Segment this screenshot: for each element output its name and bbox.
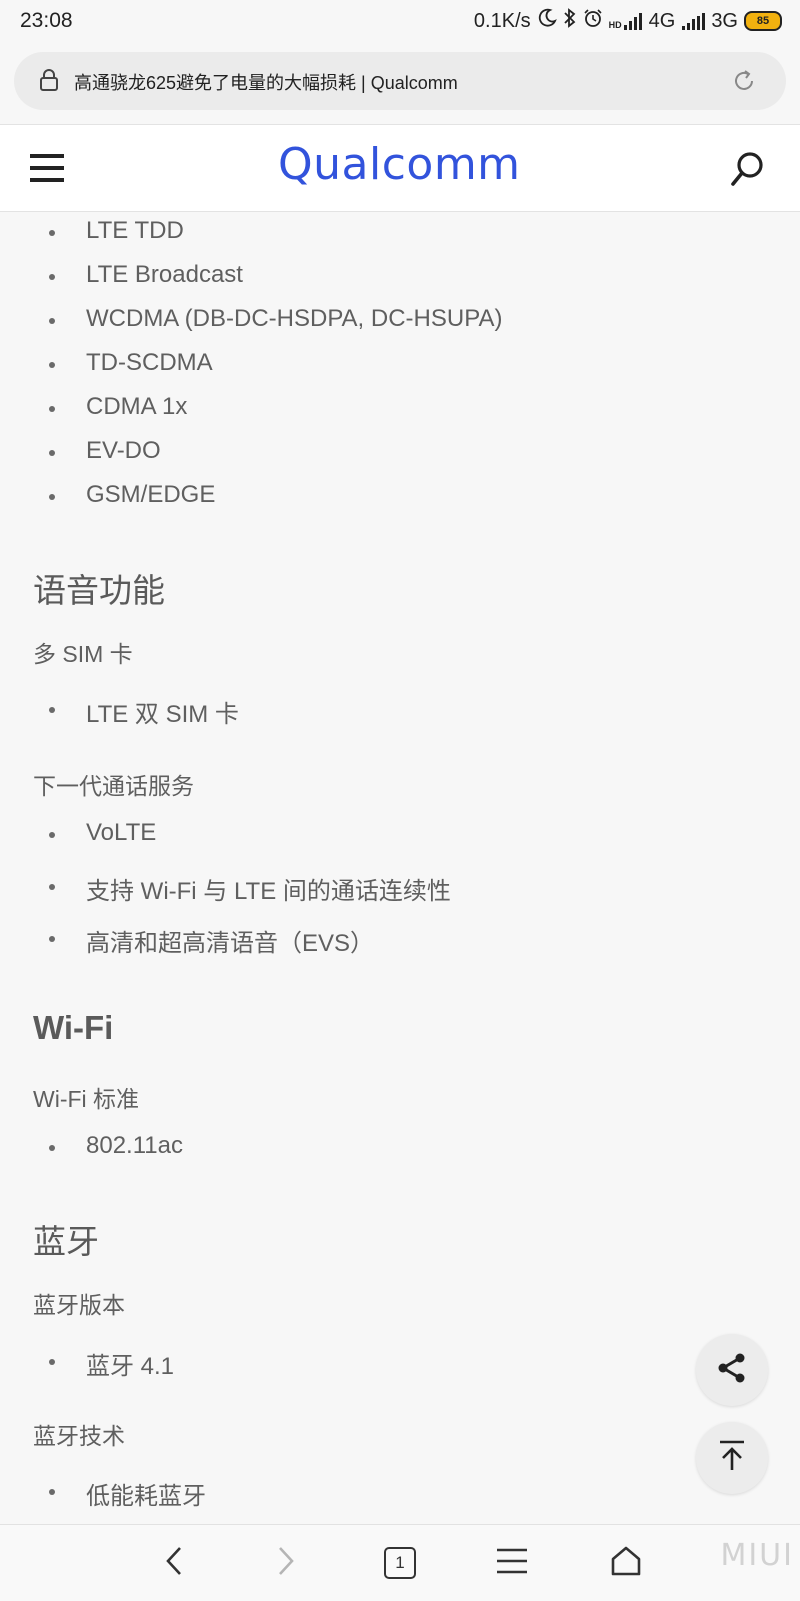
section-title-wifi: Wi-Fi: [33, 1009, 114, 1046]
list-item: LTE Broadcast: [49, 261, 243, 288]
hamburger-menu-icon[interactable]: [30, 153, 64, 188]
list-item: CDMA 1x: [48, 393, 188, 420]
list-item: 高清和超高清语音（EVS）: [48, 923, 374, 958]
battery-icon: 85: [744, 11, 782, 31]
subtitle-next-gen-calling: 下一代通话服务: [33, 773, 194, 799]
home-icon: [610, 1545, 642, 1582]
subtitle-multi-sim: 多 SIM 卡: [33, 641, 133, 667]
back-button[interactable]: [150, 1539, 198, 1587]
status-bar: 23:08 0.1K/s HD 4G 3G 85: [0, 0, 800, 44]
status-icons: 0.1K/s HD 4G 3G 85: [474, 8, 782, 34]
miui-watermark: MIUI: [720, 1538, 794, 1573]
menu-lines-icon: [496, 1547, 528, 1580]
signal-icon-1: HD: [609, 12, 643, 30]
reload-icon[interactable]: [732, 69, 756, 98]
list-item: LTE 双 SIM 卡: [49, 694, 239, 729]
network-type-2: 3G: [711, 9, 738, 32]
back-to-top-button[interactable]: [696, 1422, 768, 1494]
list-item: VoLTE: [48, 819, 157, 846]
home-button[interactable]: [602, 1539, 650, 1587]
list-item: 低能耗蓝牙: [49, 1476, 206, 1511]
moon-icon: [537, 8, 557, 34]
list-item: WCDMA (DB-DC-HSDPA, DC-HSUPA): [48, 305, 503, 332]
address-bar[interactable]: 高通骁龙625避免了电量的大幅损耗 | Qualcomm: [14, 52, 786, 110]
menu-button[interactable]: [488, 1539, 536, 1587]
hd-label: HD: [608, 20, 622, 30]
list-item: 蓝牙 4.1: [48, 1346, 174, 1381]
subtitle-bluetooth-tech: 蓝牙技术: [33, 1423, 125, 1449]
subtitle-bluetooth-version: 蓝牙版本: [33, 1292, 125, 1318]
network-type-1: 4G: [648, 9, 676, 32]
page-title[interactable]: 高通骁龙625避免了电量的大幅损耗 | Qualcomm: [74, 69, 458, 95]
lock-icon: [39, 68, 59, 97]
list-item: 支持 Wi-Fi 与 LTE 间的通话连续性: [49, 871, 451, 906]
share-icon: [716, 1352, 748, 1389]
signal-icon-2: [681, 12, 706, 30]
site-header: Qualcomm: [0, 124, 800, 212]
bluetooth-icon: [563, 8, 577, 34]
chevron-right-icon: [276, 1545, 296, 1582]
chevron-left-icon: [164, 1545, 184, 1582]
main-content: LTE TDD LTE Broadcast WCDMA (DB-DC-HSDPA…: [0, 212, 800, 1524]
search-icon[interactable]: [730, 151, 766, 192]
list-item: GSM/EDGE: [48, 481, 216, 508]
list-item: EV-DO: [49, 437, 161, 464]
forward-button[interactable]: [262, 1539, 310, 1587]
bottom-navigation: 1: [0, 1524, 800, 1601]
list-item: 802.11ac: [49, 1132, 183, 1159]
qualcomm-logo[interactable]: Qualcomm: [278, 139, 521, 190]
clock: 23:08: [20, 9, 73, 32]
list-item: LTE TDD: [49, 217, 184, 244]
tab-count: 1: [384, 1547, 416, 1579]
tabs-button[interactable]: 1: [376, 1539, 424, 1587]
network-speed: 0.1K/s: [473, 9, 531, 32]
arrow-up-icon: [717, 1440, 747, 1477]
section-title-voice: 语音功能: [33, 572, 165, 609]
section-title-bluetooth: 蓝牙: [33, 1223, 99, 1260]
share-button[interactable]: [696, 1334, 768, 1406]
list-item: TD-SCDMA: [49, 349, 213, 376]
subtitle-wifi-standard: Wi-Fi 标准: [33, 1086, 140, 1112]
alarm-icon: [583, 8, 603, 34]
